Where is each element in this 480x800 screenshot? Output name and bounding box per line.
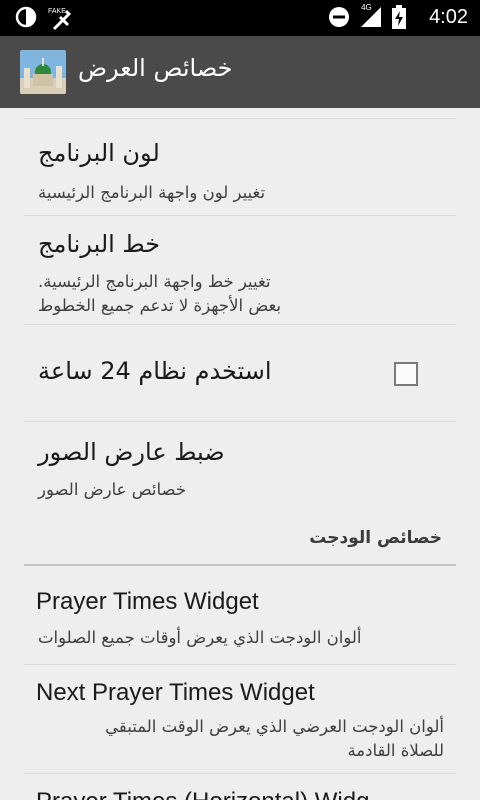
pref-summary: خصائص عارض الصور bbox=[38, 480, 187, 499]
battery-charging-icon bbox=[391, 5, 415, 29]
pref-summary: بعض الأجهزة لا تدعم جميع الخطوط bbox=[38, 296, 282, 315]
pref-title: استخدم نظام 24 ساعة bbox=[38, 357, 272, 385]
svg-text:FAKE: FAKE bbox=[48, 8, 66, 15]
signal-4g-icon: 4G bbox=[359, 3, 383, 29]
pref-title: لون البرنامج bbox=[38, 139, 160, 167]
pref-summary: للصلاة القادمة bbox=[347, 741, 444, 760]
pref-summary: ألوان الودجت العرضي الذي يعرض الوقت المت… bbox=[105, 717, 444, 736]
pref-prayer-times-widget[interactable]: Prayer Times Widget ألوان الودجت الذي يع… bbox=[24, 566, 456, 664]
pref-summary: ألوان الودجت الذي يعرض أوقات جميع الصلوا… bbox=[38, 628, 362, 647]
section-header-widgets: خصائص الودجت bbox=[309, 528, 442, 548]
pref-app-color[interactable]: لون البرنامج تغيير لون واجهة البرنامج ال… bbox=[24, 119, 456, 215]
do-not-disturb-icon bbox=[327, 5, 351, 29]
preferences-list: لون البرنامج تغيير لون واجهة البرنامج ال… bbox=[0, 108, 480, 800]
action-bar: خصائص العرض bbox=[0, 36, 480, 108]
pref-title: خط البرنامج bbox=[38, 230, 161, 258]
pref-title: Prayer Times Widget bbox=[36, 588, 259, 615]
pref-app-font[interactable]: خط البرنامج تغيير خط واجهة البرنامج الرئ… bbox=[24, 216, 456, 324]
pref-summary: تغيير خط واجهة البرنامج الرئيسية. bbox=[38, 272, 271, 291]
pref-image-viewer[interactable]: ضبط عارض الصور خصائص عارض الصور bbox=[24, 422, 456, 514]
pref-next-prayer-widget[interactable]: Next Prayer Times Widget ألوان الودجت ال… bbox=[24, 665, 456, 773]
data-saver-icon bbox=[14, 5, 38, 29]
pref-title: Next Prayer Times Widget bbox=[36, 679, 315, 706]
status-bar: FAKE 4G 4:02 bbox=[0, 0, 480, 36]
pref-horizontal-widget[interactable]: Prayer Times (Horizontal) Widg bbox=[24, 774, 456, 800]
page-title: خصائص العرض bbox=[78, 54, 233, 82]
app-icon[interactable] bbox=[20, 50, 66, 94]
pref-title: ضبط عارض الصور bbox=[38, 438, 225, 466]
24-hour-checkbox[interactable] bbox=[394, 362, 418, 386]
sim-fake-icon: FAKE bbox=[48, 5, 72, 31]
pref-summary: تغيير لون واجهة البرنامج الرئيسية bbox=[38, 183, 266, 202]
network-type-label: 4G bbox=[361, 3, 372, 12]
clock: 4:02 bbox=[429, 5, 468, 28]
pref-24-hour[interactable]: استخدم نظام 24 ساعة bbox=[24, 325, 456, 421]
pref-title: Prayer Times (Horizontal) Widg bbox=[36, 788, 369, 800]
